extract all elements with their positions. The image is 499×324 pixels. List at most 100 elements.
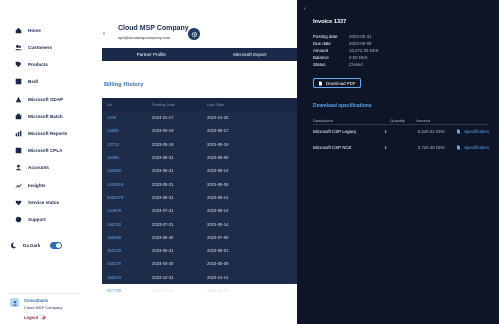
document-icon bbox=[457, 129, 461, 134]
cell-invoice-no[interactable]: 457789 bbox=[102, 288, 144, 293]
back-chevron-icon[interactable]: ‹ bbox=[103, 31, 105, 37]
billing-history-title: Billing History bbox=[104, 82, 144, 88]
spec-description: Microsoft CSP Legacy bbox=[313, 129, 357, 134]
cell-invoice-no[interactable]: 15465 bbox=[102, 155, 144, 160]
table-row[interactable]: 457789 2022-12-31 2023-01-14 bbox=[102, 284, 299, 297]
cell-invoice-no[interactable]: 445170 bbox=[102, 261, 144, 266]
cell-invoice-no[interactable]: 13713 bbox=[102, 142, 144, 147]
cell-posting-date: 2024-01-17 bbox=[152, 115, 174, 121]
col-header-posting-date[interactable]: Posting Date bbox=[144, 102, 199, 107]
cell-posting-date: 2023-09-19 bbox=[152, 128, 174, 134]
sidebar-item-microsoft-batch[interactable]: Microsoft Batch bbox=[15, 112, 63, 121]
table-header: No. Posting Date Due Date bbox=[102, 98, 299, 111]
sidebar-item-bsdl[interactable]: Bsdl bbox=[15, 77, 38, 86]
sidebar-item-label: Home bbox=[28, 28, 41, 33]
table-row[interactable]: 156723 2023-07-31 2023-08-14 bbox=[102, 217, 299, 230]
table-row[interactable]: 13713 2023-09-19 2023-09-19 bbox=[102, 138, 299, 151]
user-name: Consultants bbox=[24, 298, 49, 303]
field-value: 2023-08-31 bbox=[349, 34, 372, 39]
sidebar-item-customers[interactable]: Customers bbox=[15, 43, 52, 52]
panel-back-chevron-icon[interactable]: ‹ bbox=[304, 6, 306, 12]
company-email: kpd@cloudmspcompany.com bbox=[118, 35, 171, 40]
sidebar-item-service-status[interactable]: Service status bbox=[15, 198, 59, 207]
avatar[interactable] bbox=[10, 298, 19, 307]
spec-link-label: Specification bbox=[464, 129, 489, 134]
cell-invoice-no[interactable]: 12555 bbox=[102, 128, 144, 133]
billing-table: No. Posting Date Due Date 1246 2024-01-17… bbox=[102, 98, 299, 293]
user-icon bbox=[12, 300, 17, 306]
tab-partner-profile[interactable]: Partner Profile bbox=[102, 48, 201, 61]
tab-microsoft-export[interactable]: Microsoft Export bbox=[201, 48, 300, 61]
cell-posting-date: 2022-12-31 bbox=[152, 288, 174, 293]
cell-due-date: 2023-01-14 bbox=[207, 288, 229, 293]
field-label: Posting date bbox=[313, 34, 338, 39]
table-row[interactable]: 1434818 2023-08-31 2023-09-09 bbox=[102, 177, 299, 190]
spec-download-link[interactable]: Specification bbox=[445, 129, 489, 134]
col-header-no[interactable]: No. bbox=[102, 102, 144, 107]
table-row[interactable]: 5483379 2023-08-31 2023-09-14 bbox=[102, 191, 299, 204]
cell-due-date: 2023-09-14 bbox=[207, 168, 229, 174]
sidebar-item-label: Support bbox=[28, 217, 46, 222]
sidebar-item-microsoft-reports[interactable]: Microsoft Reports bbox=[15, 129, 67, 138]
cell-invoice-no[interactable]: 456123 bbox=[102, 248, 144, 253]
moon-icon bbox=[11, 242, 17, 249]
cell-invoice-no[interactable]: 132555 bbox=[102, 168, 144, 173]
spec-download-link[interactable]: Specification bbox=[445, 145, 489, 150]
sidebar-item-home[interactable]: Home bbox=[15, 26, 41, 35]
cell-due-date: 2023-09-14 bbox=[207, 194, 229, 200]
cell-invoice-no[interactable]: 5483379 bbox=[102, 195, 144, 200]
sidebar-item-insights[interactable]: Insights bbox=[15, 181, 46, 190]
download-pdf-button[interactable]: Download PDF bbox=[313, 78, 361, 88]
sidebar-item-products[interactable]: Products bbox=[15, 60, 48, 69]
cell-invoice-no[interactable]: 1434818 bbox=[102, 182, 144, 187]
table-row[interactable]: 156489 2023-06-30 2023-07-09 bbox=[102, 231, 299, 244]
spec-quantity: 1 bbox=[384, 145, 387, 150]
sidebar-item-support[interactable]: Support bbox=[15, 215, 46, 224]
spec-amount: 5,540.22 DKK bbox=[417, 129, 445, 134]
logout-icon bbox=[42, 315, 47, 320]
cell-posting-date: 2023-04-30 bbox=[152, 261, 174, 267]
cell-invoice-no[interactable]: 156489 bbox=[102, 235, 144, 240]
table-row[interactable]: 156234 2022-12-31 2023-01-14 bbox=[102, 271, 299, 284]
spec-row: Microsoft CSP NCE 1 2,736.48 DKK Specificat… bbox=[313, 145, 489, 150]
table-row[interactable]: 132555 2023-08-31 2023-09-14 bbox=[102, 164, 299, 177]
table-row[interactable]: 15465 2023-08-31 2023-09-09 bbox=[102, 151, 299, 164]
invoice-field-due-date: Due date 2023-09-09 bbox=[313, 41, 371, 46]
spec-link-label: Specification bbox=[464, 145, 489, 150]
cpla-icon bbox=[15, 147, 22, 154]
cell-invoice-no[interactable]: 156723 bbox=[102, 222, 144, 227]
page-title: Cloud MSP Company bbox=[118, 25, 189, 32]
user-company: Cloud MSP Company bbox=[24, 305, 63, 310]
col-header-due-date[interactable]: Due Date bbox=[199, 102, 254, 107]
spec-quantity: 1 bbox=[384, 129, 387, 134]
table-row[interactable]: 445170 2023-04-30 2023-05-09 bbox=[102, 257, 299, 270]
cell-invoice-no[interactable]: 156234 bbox=[102, 275, 144, 280]
spec-col-amount: Amount bbox=[416, 118, 430, 123]
cell-due-date: 2023-06-01 bbox=[207, 248, 229, 254]
invoice-field-amount: Amount 10,472.35 DKK bbox=[313, 48, 379, 53]
table-row[interactable]: 456123 2023-05-31 2023-06-01 bbox=[102, 244, 299, 257]
settings-button[interactable] bbox=[188, 28, 200, 40]
sidebar-item-accounts[interactable]: Accounts bbox=[15, 163, 49, 172]
cell-posting-date: 2023-06-30 bbox=[152, 234, 174, 240]
gdap-icon bbox=[15, 96, 22, 103]
dark-mode-switch[interactable] bbox=[50, 242, 63, 249]
cell-posting-date: 2023-07-31 bbox=[152, 208, 174, 214]
sidebar-item-microsoft-gdap[interactable]: Microsoft GDAP bbox=[15, 95, 63, 104]
table-row[interactable]: 1246 2024-01-17 2024-01-25 bbox=[102, 111, 299, 124]
cell-invoice-no[interactable]: 1246 bbox=[102, 115, 144, 120]
dark-mode-label: Da Dark bbox=[23, 243, 41, 248]
field-value: 10,472.35 DKK bbox=[349, 48, 379, 53]
cell-due-date: 2023-01-14 bbox=[207, 274, 229, 280]
invoice-field-posting-date: Posting date 2023-08-31 bbox=[313, 34, 371, 39]
table-row[interactable]: 124678 2023-07-31 2023-08-14 bbox=[102, 204, 299, 217]
table-row[interactable]: 12555 2023-09-19 2023-09-27 bbox=[102, 124, 299, 137]
invoice-field-status: Status Closed bbox=[313, 62, 363, 67]
gear-icon bbox=[191, 31, 197, 37]
specs-header: Description Quantity Amount bbox=[313, 118, 489, 123]
logout-link[interactable]: Logout bbox=[24, 315, 62, 320]
sidebar-item-label: Customers bbox=[28, 45, 52, 50]
sidebar-item-microsoft-cpla[interactable]: Microsoft CPLA bbox=[15, 146, 62, 155]
cell-invoice-no[interactable]: 124678 bbox=[102, 208, 144, 213]
tag-icon bbox=[15, 61, 22, 68]
